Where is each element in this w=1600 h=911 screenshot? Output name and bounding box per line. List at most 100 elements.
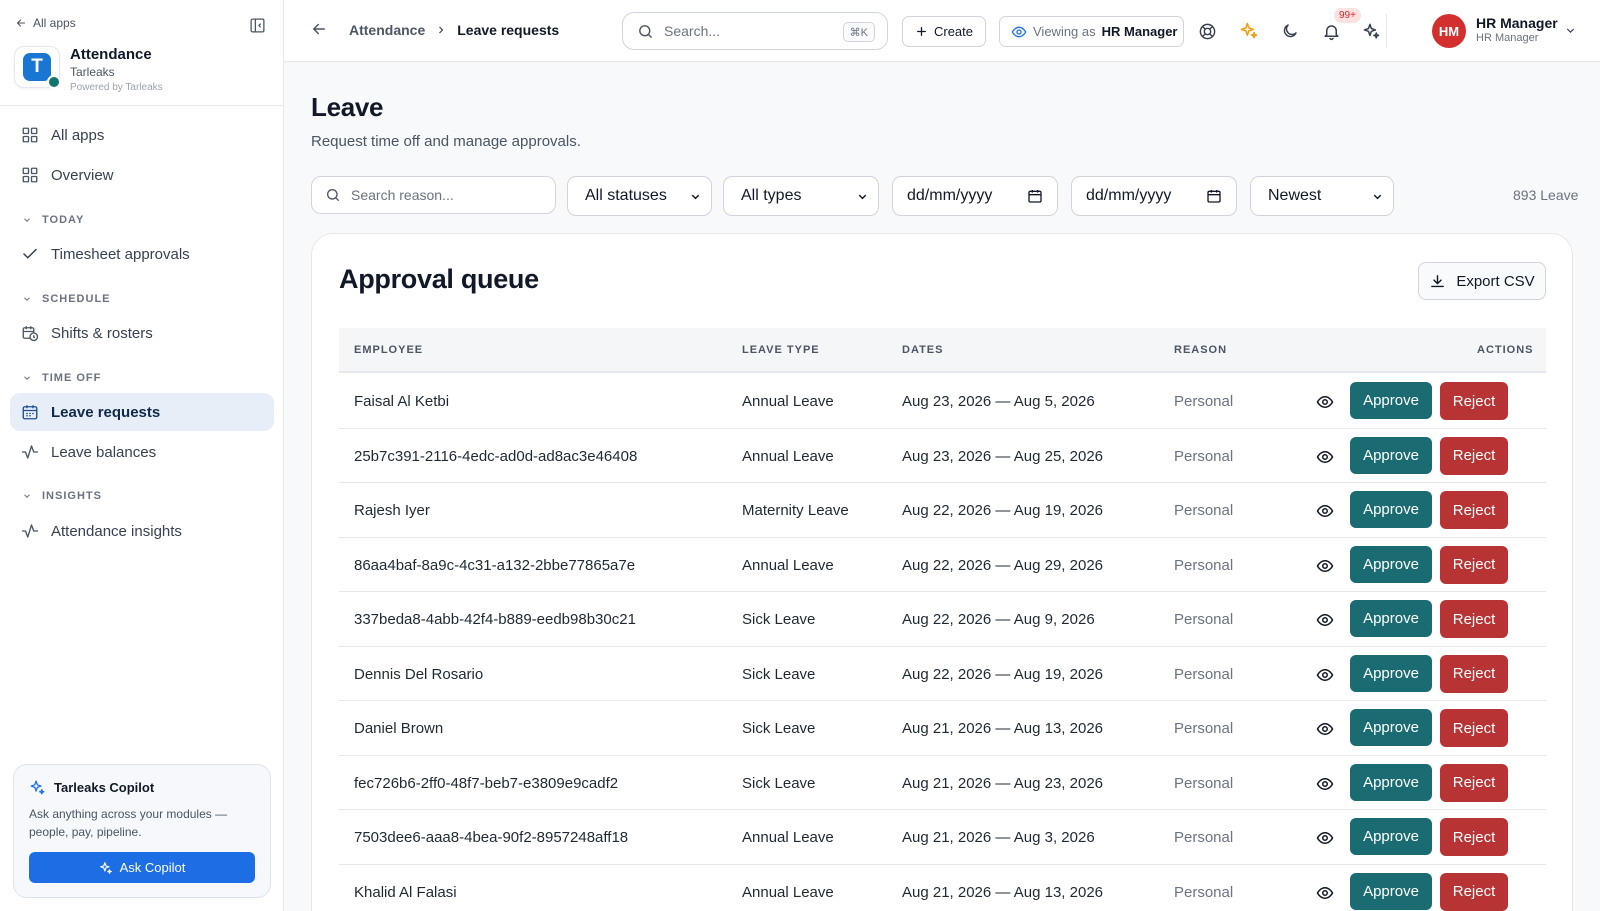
section-time-off-toggle[interactable]: TIME OFF [22,372,101,384]
approve-button[interactable]: Approve [1350,654,1432,692]
sort-select[interactable]: Newest [1250,176,1394,216]
reject-button[interactable]: Reject [1440,763,1508,802]
view-request-button[interactable] [1314,773,1336,795]
sparkle-icon [1363,23,1379,39]
view-request-button[interactable] [1314,609,1336,631]
all-apps-back-link[interactable]: All apps [15,16,76,30]
chevron-down-icon [691,194,700,199]
employee-cell: Dennis Del Rosario [354,665,484,683]
back-button[interactable] [310,20,328,38]
view-request-button[interactable] [1314,827,1336,849]
reason-cell: Personal [1174,774,1234,792]
approve-button[interactable]: Approve [1350,545,1432,583]
sidebar-item-leave-balances[interactable]: Leave balances [10,433,274,471]
reject-button[interactable]: Reject [1440,491,1508,529]
sidebar-item-overview[interactable]: Overview [10,156,274,194]
sidebar-item-shifts-rosters[interactable]: Shifts & rosters [10,314,274,352]
global-search-input[interactable]: Search... ⌘K [622,12,888,50]
app-logo: T [14,46,61,89]
breadcrumb-attendance[interactable]: Attendance [349,22,425,38]
reject-button[interactable]: Reject [1440,545,1508,584]
reject-button[interactable]: Reject [1440,709,1508,747]
leave-type-cell: Sick Leave [742,774,816,792]
view-request-button[interactable] [1314,555,1336,577]
copilot-button[interactable] [1359,19,1383,43]
column-header-employee[interactable]: EMPLOYEE [354,344,423,356]
table-row: Rajesh Iyer Maternity Leave Aug 22, 2026 —… [339,483,1546,538]
section-today-toggle[interactable]: TODAY [22,214,84,226]
view-request-button[interactable] [1314,500,1336,522]
dates-cell: Aug 22, 2026 — Aug 9, 2026 [902,611,1095,628]
card-title: Approval queue [339,264,539,294]
reject-button[interactable]: Reject [1440,654,1508,693]
approve-button[interactable]: Approve [1350,382,1432,419]
status-filter-select[interactable]: All statuses [567,176,712,216]
theme-toggle-button[interactable] [1278,19,1302,43]
section-schedule-toggle[interactable]: SCHEDULE [22,293,111,305]
powered-by: Powered by Tarleaks [70,82,163,93]
reject-button[interactable]: Reject [1440,600,1508,638]
view-request-button[interactable] [1314,664,1336,686]
user-menu[interactable]: HR Manager HR Manager [1476,15,1558,44]
section-insights-toggle[interactable]: INSIGHTS [22,490,102,502]
column-header-dates[interactable]: DATES [902,344,943,356]
activity-icon [21,445,39,459]
date-to-input[interactable]: dd/mm/yyyy [1071,176,1237,216]
arrow-left-icon [16,19,26,27]
approve-button[interactable]: Approve [1350,763,1432,801]
section-title: SCHEDULE [42,293,111,305]
sidebar-item-all-apps[interactable]: All apps [10,116,274,154]
eye-icon [1316,886,1334,899]
column-header-reason[interactable]: REASON [1174,344,1227,356]
dates-cell: Aug 22, 2026 — Aug 19, 2026 [902,502,1103,519]
chevron-down-icon [1373,194,1382,199]
dates-cell: Aug 22, 2026 — Aug 29, 2026 [902,556,1103,574]
sidebar-item-attendance-insights[interactable]: Attendance insights [10,512,274,550]
export-csv-button[interactable]: Export CSV [1418,262,1546,300]
panel-left-icon [249,17,265,33]
eye-icon [1316,722,1334,736]
type-filter-value: All types [741,187,802,204]
approve-button[interactable]: Approve [1350,491,1432,528]
ai-assist-button[interactable] [1237,19,1261,43]
chevron-down-icon [24,494,30,498]
view-request-button[interactable] [1314,882,1336,904]
reason-search-input[interactable]: Search reason... [311,176,556,214]
approve-button[interactable]: Approve [1350,436,1432,474]
reject-button[interactable]: Reject [1440,872,1508,911]
status-filter-value: All statuses [585,187,667,204]
reject-button[interactable]: Reject [1440,436,1508,475]
calendar-icon[interactable] [1027,188,1043,204]
viewing-as-button[interactable]: Viewing as HR Manager [999,16,1184,47]
dates-cell: Aug 23, 2026 — Aug 5, 2026 [902,393,1095,410]
reason-cell: Personal [1174,611,1234,628]
copilot-card: Tarleaks Copilot Ask anything across you… [13,764,271,898]
app-logo-status-dot [47,75,61,89]
approve-button[interactable]: Approve [1350,600,1432,637]
avatar[interactable]: HM [1432,14,1466,48]
sidebar-item-leave-requests[interactable]: Leave requests [10,393,274,431]
view-request-button[interactable] [1314,391,1336,413]
page-subtitle: Request time off and manage approvals. [311,133,581,150]
date-from-input[interactable]: dd/mm/yyyy [892,176,1058,216]
calendar-icon[interactable] [1206,188,1222,204]
user-menu-toggle[interactable] [1564,24,1577,37]
collapse-sidebar-button[interactable] [246,14,268,36]
sidebar-divider [0,105,283,106]
view-request-button[interactable] [1314,446,1336,468]
column-header-leave-type[interactable]: LEAVE TYPE [742,344,820,356]
employee-cell: 7503dee6-aaa8-4bea-90f2-8957248aff18 [354,829,629,846]
ask-copilot-button[interactable]: Ask Copilot [29,852,255,883]
table-row: Daniel Brown Sick Leave Aug 21, 2026 — Aug… [339,701,1546,756]
approve-button[interactable]: Approve [1350,709,1432,746]
help-button[interactable] [1195,19,1219,43]
approve-button[interactable]: Approve [1350,818,1432,855]
create-button[interactable]: Create [902,16,986,47]
reject-button[interactable]: Reject [1440,818,1508,856]
view-request-button[interactable] [1314,718,1336,740]
type-filter-select[interactable]: All types [723,176,879,216]
reject-button[interactable]: Reject [1440,382,1508,420]
sidebar-item-timesheet-approvals[interactable]: Timesheet approvals [10,235,274,273]
approve-button[interactable]: Approve [1350,872,1432,910]
all-apps-link-label: All apps [33,16,76,30]
